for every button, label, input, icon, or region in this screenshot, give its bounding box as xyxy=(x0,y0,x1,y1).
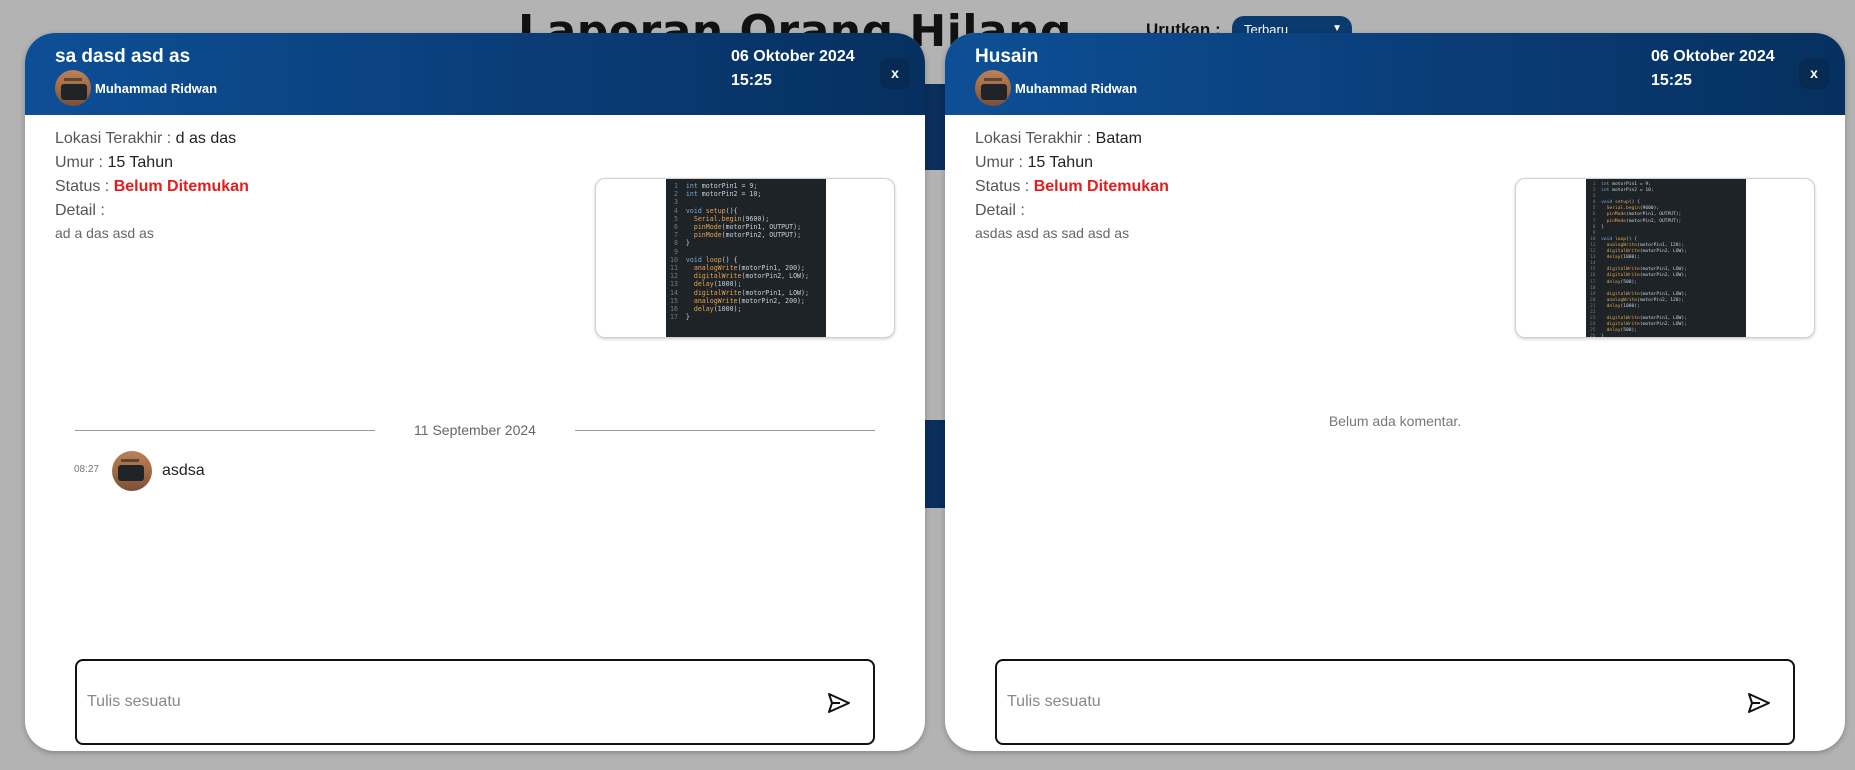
divider-line xyxy=(75,430,375,431)
report-image[interactable]: 1 int motorPin1 = 9; 2 int motorPin2 = 1… xyxy=(595,178,895,338)
report-info: Lokasi Terakhir : d as das Umur : 15 Tah… xyxy=(55,127,249,241)
comment-date: 11 September 2024 xyxy=(414,422,536,438)
send-icon[interactable] xyxy=(1747,692,1771,714)
status-label: Status : xyxy=(55,178,110,195)
comment-input[interactable] xyxy=(1007,689,1707,715)
location-value: d as das xyxy=(175,130,237,147)
detail-value: asdas asd as sad asd as xyxy=(975,225,1130,241)
modal-title: sa dasd asd as xyxy=(55,46,191,67)
author-name: Muhammad Ridwan xyxy=(95,80,218,96)
avatar xyxy=(55,70,91,106)
report-info: Lokasi Terakhir : Batam Umur : 15 Tahun … xyxy=(975,127,1169,241)
comment-date-divider: 11 September 2024 xyxy=(75,420,875,440)
report-image[interactable]: 1 int motorPin1 = 9; 2 int motorPin2 = 1… xyxy=(1515,178,1815,338)
location-label: Lokasi Terakhir : xyxy=(55,130,172,147)
divider-line xyxy=(575,430,875,431)
comment-input-box xyxy=(75,659,875,745)
modal-title: Husain xyxy=(975,46,1039,67)
report-detail-modal: Husain Muhammad Ridwan 06 Oktober 2024 1… xyxy=(945,33,1845,751)
report-date: 06 Oktober 2024 xyxy=(731,48,855,65)
location-value: Batam xyxy=(1095,130,1142,147)
age-value: 15 Tahun xyxy=(107,154,173,171)
location-label: Lokasi Terakhir : xyxy=(975,130,1092,147)
author: Muhammad Ridwan xyxy=(55,70,217,106)
modal-header: sa dasd asd as Muhammad Ridwan 06 Oktobe… xyxy=(25,33,925,115)
code-screenshot-image: 1 int motorPin1 = 9; 2 int motorPin2 = 1… xyxy=(1586,179,1746,337)
comment-input[interactable] xyxy=(87,689,787,715)
author: Muhammad Ridwan xyxy=(975,70,1137,106)
author-name: Muhammad Ridwan xyxy=(1015,80,1138,96)
age-value: 15 Tahun xyxy=(1027,154,1093,171)
detail-value: ad a das asd as xyxy=(55,225,154,241)
close-button[interactable]: x xyxy=(1799,59,1829,89)
report-datetime: 06 Oktober 2024 15:25 xyxy=(731,45,855,93)
modal-header: Husain Muhammad Ridwan 06 Oktober 2024 1… xyxy=(945,33,1845,115)
detail-label: Detail : xyxy=(975,202,1025,219)
report-time: 15:25 xyxy=(731,72,772,89)
report-time: 15:25 xyxy=(1651,72,1692,89)
comment-item: 08:27 asdsa xyxy=(74,451,205,491)
status-label: Status : xyxy=(975,178,1030,195)
comment-input-box xyxy=(995,659,1795,745)
report-detail-modal: sa dasd asd as Muhammad Ridwan 06 Oktobe… xyxy=(25,33,925,751)
comment-time: 08:27 xyxy=(74,463,100,475)
comment-text: asdsa xyxy=(162,462,205,479)
close-button[interactable]: x xyxy=(880,59,910,89)
age-label: Umur : xyxy=(975,154,1023,171)
empty-comments-text: Belum ada komentar. xyxy=(1328,413,1462,429)
report-datetime: 06 Oktober 2024 15:25 xyxy=(1651,45,1775,93)
report-date: 06 Oktober 2024 xyxy=(1651,48,1775,65)
status-value: Belum Ditemukan xyxy=(113,178,249,195)
age-label: Umur : xyxy=(55,154,103,171)
send-icon[interactable] xyxy=(827,692,851,714)
avatar xyxy=(112,451,152,491)
status-value: Belum Ditemukan xyxy=(1033,178,1169,195)
code-screenshot-image: 1 int motorPin1 = 9; 2 int motorPin2 = 1… xyxy=(666,179,826,337)
detail-label: Detail : xyxy=(55,202,105,219)
avatar xyxy=(975,70,1011,106)
